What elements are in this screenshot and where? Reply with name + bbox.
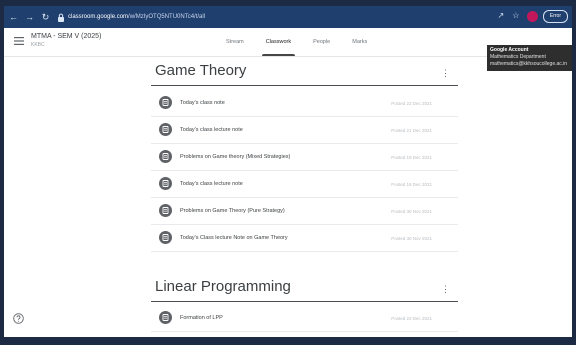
list-item[interactable]: Today's Class lecture Note on Game Theor…	[151, 225, 458, 252]
profile-avatar[interactable]	[526, 10, 538, 22]
item-title: Problems on Game Theory (Pure Strategy)	[180, 208, 285, 214]
forward-arrow-icon[interactable]: →	[23, 10, 36, 24]
url-host: classroom.google.com	[68, 14, 129, 20]
document-icon	[159, 311, 172, 324]
item-title: Today's Class lecture Note on Game Theor…	[180, 235, 288, 241]
list-item[interactable]: Formation of LPP Posted 23 Dec 2021	[151, 305, 458, 332]
back-arrow-icon[interactable]: ←	[7, 10, 20, 24]
class-title[interactable]: MTMA - SEM V (2025)	[31, 33, 101, 40]
browser-toolbar: ← → ↻ classroom.google.com/w/MzIyOTQ5NTU…	[4, 6, 572, 28]
error-button[interactable]: Error	[542, 9, 568, 23]
screen: ← → ↻ classroom.google.com/w/MzIyOTQ5NTU…	[4, 6, 572, 337]
document-icon	[159, 231, 172, 244]
document-icon	[159, 150, 172, 163]
list-item[interactable]: Today's class lecture note Posted 18 Dec…	[151, 171, 458, 198]
item-title: Problems on Game theory (Mixed Strategie…	[180, 154, 291, 160]
item-title: Today's class note	[180, 100, 225, 106]
more-vert-icon[interactable]: ⋮	[441, 284, 450, 294]
tab-classwork[interactable]: Classwork	[261, 28, 296, 56]
topic-list-linear-programming: Formation of LPP Posted 23 Dec 2021	[151, 305, 458, 332]
list-item[interactable]: Problems on Game theory (Mixed Strategie…	[151, 144, 458, 171]
topic-list-game-theory: Today's class note Posted 23 Dec 2021 To…	[151, 90, 458, 252]
lock-icon	[58, 13, 64, 22]
topic-divider	[151, 85, 458, 86]
share-icon[interactable]: ↗	[495, 9, 507, 23]
item-title: Today's class lecture note	[180, 127, 243, 133]
list-item[interactable]: Today's class lecture note Posted 21 Dec…	[151, 117, 458, 144]
star-icon[interactable]: ☆	[510, 9, 522, 23]
reload-icon[interactable]: ↻	[39, 10, 52, 24]
document-icon	[159, 177, 172, 190]
item-date: Posted 23 Dec 2021	[391, 101, 432, 106]
item-title: Formation of LPP	[180, 315, 223, 321]
tab-bar: Stream Classwork People Marks	[226, 28, 389, 56]
item-date: Posted 18 Dec 2021	[391, 182, 432, 187]
document-icon	[159, 204, 172, 217]
item-date: Posted 18 Dec 2021	[391, 155, 432, 160]
document-icon	[159, 123, 172, 136]
tooltip-title: Google Account	[490, 47, 529, 53]
list-item[interactable]: Today's class note Posted 23 Dec 2021	[151, 90, 458, 117]
tooltip-email: mathematics@kkhsoucollege.ac.in	[490, 61, 568, 67]
more-vert-icon[interactable]: ⋮	[441, 68, 450, 78]
tab-marks[interactable]: Marks	[352, 28, 367, 56]
class-section: KKBC	[31, 42, 45, 48]
item-date: Posted 23 Dec 2021	[391, 316, 432, 321]
item-date: Posted 21 Dec 2021	[391, 128, 432, 133]
tooltip-name: Mathematics Department	[490, 54, 546, 60]
item-date: Posted 30 Nov 2021	[391, 236, 432, 241]
hamburger-menu-icon[interactable]	[14, 37, 24, 45]
account-tooltip: Google Account Mathematics Department ma…	[487, 45, 572, 71]
document-icon	[159, 96, 172, 109]
tab-stream[interactable]: Stream	[226, 28, 244, 56]
topic-divider	[151, 301, 458, 302]
help-icon[interactable]	[13, 313, 24, 324]
item-title: Today's class lecture note	[180, 181, 243, 187]
list-item[interactable]: Problems on Game Theory (Pure Strategy) …	[151, 198, 458, 225]
address-bar[interactable]: classroom.google.com/w/MzIyOTQ5NTU0NTc4/…	[68, 14, 205, 20]
url-path: /w/MzIyOTQ5NTU0NTc4/t/all	[128, 14, 206, 20]
topic-title-linear-programming: Linear Programming	[155, 278, 291, 295]
item-date: Posted 30 Nov 2021	[391, 209, 432, 214]
topic-title-game-theory: Game Theory	[155, 62, 247, 79]
browser-actions: ↗ ☆ Error	[492, 9, 568, 23]
tab-people[interactable]: People	[313, 28, 330, 56]
